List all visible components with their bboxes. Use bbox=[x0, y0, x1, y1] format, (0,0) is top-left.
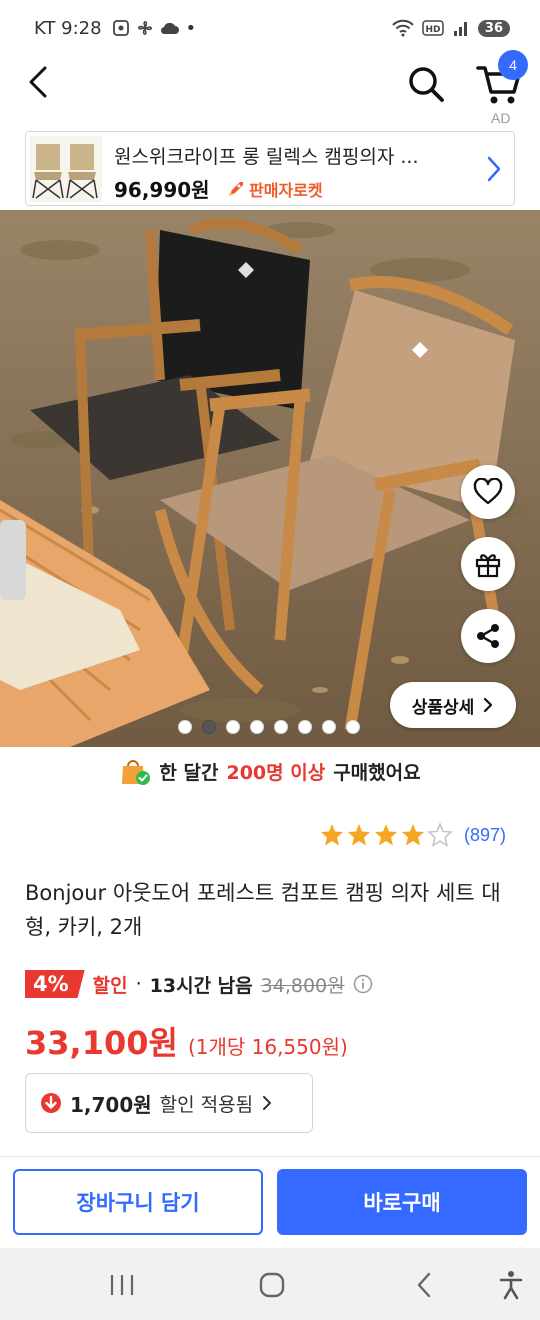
ad-thumbnail bbox=[30, 136, 102, 202]
product-detail-button[interactable]: 상품상세 bbox=[390, 682, 516, 728]
notification-dot: • bbox=[185, 17, 197, 39]
carousel-dot[interactable] bbox=[274, 720, 288, 734]
unit-price: (1개당 16,550원) bbox=[187, 1035, 348, 1059]
info-icon[interactable] bbox=[353, 974, 373, 994]
heart-icon bbox=[473, 478, 503, 505]
screenshot-icon bbox=[112, 20, 129, 36]
purchase-count-prefix: 한 달간 bbox=[159, 761, 219, 784]
cloud-icon bbox=[160, 22, 179, 35]
discount-percent-badge: 4% bbox=[25, 970, 85, 998]
wifi-icon bbox=[392, 19, 414, 37]
back-nav-icon[interactable] bbox=[414, 1271, 434, 1299]
ad-label: AD bbox=[491, 110, 511, 126]
carousel-dot[interactable] bbox=[298, 720, 312, 734]
carousel-dots bbox=[178, 720, 360, 734]
down-arrow-circle-icon bbox=[41, 1093, 61, 1113]
back-button[interactable] bbox=[20, 64, 56, 100]
purchase-count-highlight: 200명 이상 bbox=[226, 761, 326, 784]
status-notification-icons: • bbox=[112, 17, 197, 39]
ad-price: 96,990원 bbox=[114, 178, 210, 202]
product-photo bbox=[0, 210, 540, 747]
accessibility-icon[interactable] bbox=[498, 1270, 524, 1300]
price-row: 33,100원 (1개당 16,550원) bbox=[25, 1018, 348, 1064]
chevron-right-icon bbox=[263, 1096, 272, 1110]
svg-text:HD: HD bbox=[425, 25, 440, 35]
coupon-text: 할인 적용됨 bbox=[159, 1093, 254, 1116]
gift-icon bbox=[475, 554, 501, 578]
share-button[interactable] bbox=[461, 609, 515, 663]
coupon-discount-box[interactable]: 1,700원 할인 적용됨 bbox=[25, 1073, 313, 1133]
carrier-time: KT 9:28 bbox=[34, 17, 102, 39]
sale-price: 33,100원 bbox=[25, 1024, 178, 1062]
share-icon bbox=[477, 624, 499, 648]
buy-now-button[interactable]: 바로구매 bbox=[277, 1169, 527, 1235]
carousel-dot[interactable] bbox=[178, 720, 192, 734]
product-detail-label: 상품상세 bbox=[411, 697, 475, 718]
ad-banner[interactable]: 원스위크라이프 롱 릴렉스 캠핑의자 ... 96,990원 판매자로켓 bbox=[25, 131, 515, 206]
star-rating-icon bbox=[321, 823, 452, 847]
home-icon[interactable] bbox=[258, 1271, 286, 1299]
carousel-dot[interactable] bbox=[346, 720, 360, 734]
search-button[interactable] bbox=[404, 62, 448, 106]
discount-label: 할인 bbox=[92, 974, 128, 997]
fan-icon bbox=[137, 21, 152, 35]
product-title: Bonjour 아웃도어 포레스트 컴포트 캠핑 의자 세트 대형, 카키, 2… bbox=[25, 881, 501, 939]
discount-time-left: 13시간 남음 bbox=[149, 974, 253, 997]
top-navigation bbox=[0, 56, 540, 112]
carousel-dot-active[interactable] bbox=[202, 720, 216, 734]
chevron-right-icon bbox=[487, 156, 501, 182]
back-arrow-icon bbox=[29, 66, 47, 98]
ad-delivery-badge: 판매자로켓 bbox=[226, 177, 323, 201]
carousel-dot[interactable] bbox=[226, 720, 240, 734]
divider bbox=[0, 1156, 540, 1157]
coupon-amount: 1,700원 bbox=[70, 1092, 152, 1117]
recent-apps-icon[interactable] bbox=[108, 1272, 136, 1298]
product-image-carousel[interactable] bbox=[0, 210, 540, 747]
chevron-right-icon bbox=[484, 697, 493, 713]
ad-delivery-label: 판매자로켓 bbox=[249, 181, 323, 200]
product-rating[interactable]: (897) bbox=[320, 822, 506, 848]
discount-separator: · bbox=[135, 973, 142, 995]
signal-icon bbox=[453, 22, 467, 36]
cart-count-badge: 4 bbox=[498, 50, 528, 80]
gift-button[interactable] bbox=[461, 537, 515, 591]
system-navigation-bar bbox=[0, 1248, 540, 1320]
status-bar: KT 9:28 • HD 36 bbox=[0, 0, 540, 56]
battery-indicator: 36 bbox=[477, 19, 510, 37]
hd-icon: HD bbox=[422, 20, 444, 36]
ad-chevron bbox=[484, 154, 504, 184]
ad-title: 원스위크라이프 롱 릴렉스 캠핑의자 ... bbox=[114, 146, 419, 168]
purchase-count-banner: 한 달간 200명 이상 구매했어요 bbox=[0, 756, 540, 786]
review-count[interactable]: (897) bbox=[464, 825, 506, 846]
shopping-bag-check-icon bbox=[122, 760, 151, 785]
original-price: 34,800원 bbox=[260, 974, 345, 997]
discount-row: 4% 할인 · 13시간 남음 34,800원 bbox=[25, 970, 373, 998]
purchase-count-suffix: 구매했어요 bbox=[333, 761, 421, 784]
carousel-dot[interactable] bbox=[322, 720, 336, 734]
rocket-icon bbox=[229, 182, 243, 196]
carousel-dot[interactable] bbox=[250, 720, 264, 734]
search-icon bbox=[409, 67, 444, 102]
wishlist-button[interactable] bbox=[461, 465, 515, 519]
add-to-cart-button[interactable]: 장바구니 담기 bbox=[13, 1169, 263, 1235]
